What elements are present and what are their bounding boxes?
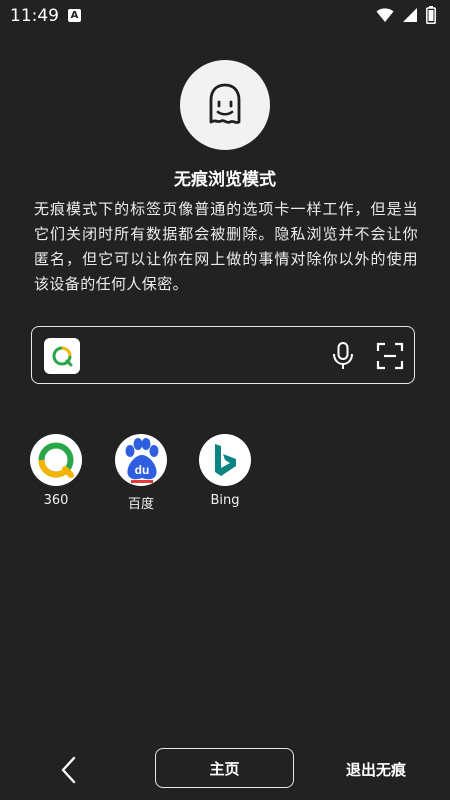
exit-incognito-button[interactable]: 退出无痕 <box>346 759 406 780</box>
shortcut-bing[interactable]: Bing <box>190 434 260 508</box>
back-chevron-icon <box>61 756 76 784</box>
battery-icon <box>426 6 436 24</box>
scan-button[interactable] <box>376 342 404 370</box>
signal-icon <box>403 8 417 22</box>
microphone-icon <box>333 342 353 369</box>
incognito-description: 无痕模式下的标签页像普通的选项卡一样工作，但是当它们关闭时所有数据都会被删除。隐… <box>34 200 418 293</box>
ghost-icon <box>209 83 241 124</box>
shortcut-label: 360 <box>43 493 69 508</box>
shortcut-baidu[interactable]: du 百度 <box>106 434 176 512</box>
360-search-icon[interactable] <box>44 338 80 374</box>
microphone-button[interactable] <box>330 341 356 371</box>
system-icons <box>376 6 436 24</box>
bing-icon <box>199 434 251 486</box>
incognito-title: 无痕浏览模式 <box>174 170 276 190</box>
incognito-badge <box>180 60 270 150</box>
shortcut-360[interactable]: 360 <box>21 434 91 508</box>
notification-a-icon: A <box>68 9 81 22</box>
back-button[interactable] <box>56 755 84 785</box>
wifi-icon <box>376 8 394 22</box>
svg-text:du: du <box>135 463 150 477</box>
scan-icon <box>376 342 404 370</box>
shortcut-label: Bing <box>210 493 240 508</box>
bottom-toolbar: 主页 退出无痕 <box>0 745 450 795</box>
status-time: 11:49 <box>10 6 59 26</box>
home-button[interactable]: 主页 <box>155 748 294 788</box>
360-icon <box>30 434 82 486</box>
baidu-icon: du <box>115 434 167 486</box>
search-bar[interactable] <box>31 326 415 384</box>
status-bar: 11:49 A <box>0 0 450 32</box>
shortcut-label: 百度 <box>127 497 154 512</box>
